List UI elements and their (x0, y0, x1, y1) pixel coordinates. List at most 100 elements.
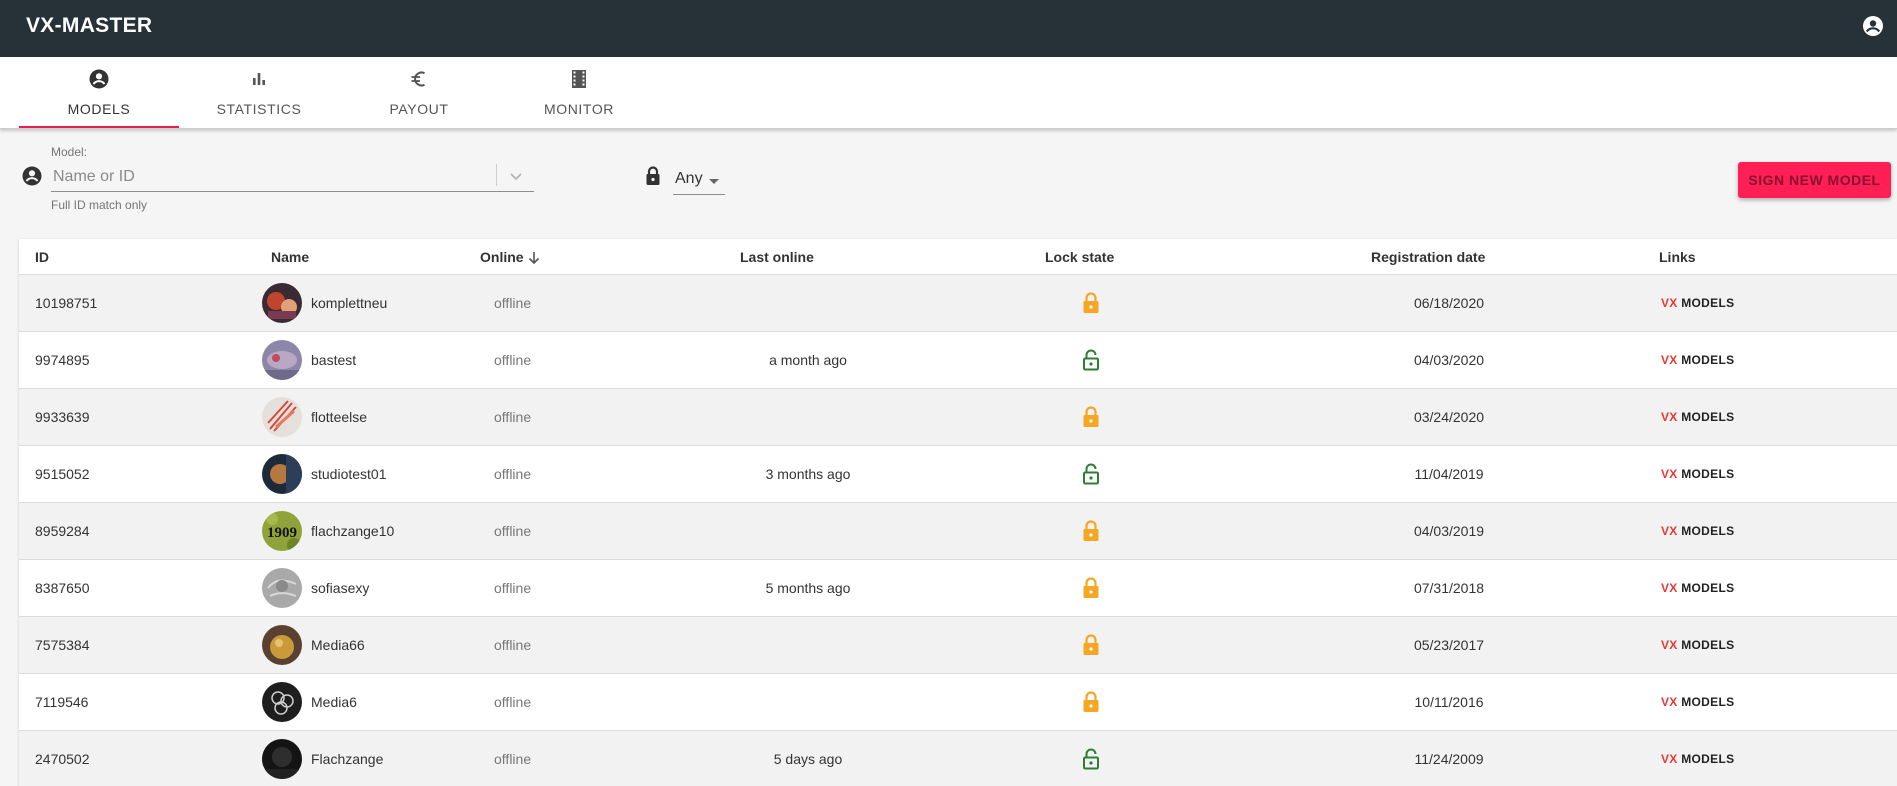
registration-date: 07/31/2018 (1413, 580, 1485, 596)
vx-models-link[interactable]: VX MODELS (1661, 581, 1734, 595)
film-icon (572, 70, 586, 88)
link-vx-label: VX (1661, 524, 1678, 538)
lock-closed-icon[interactable] (1080, 633, 1102, 657)
link-models-label: MODELS (1681, 524, 1735, 538)
avatar: 1909 (262, 511, 302, 551)
table-row[interactable]: 8959284 1909 flachzange10 offline 04/03/… (19, 503, 1897, 560)
link-vx-label: VX (1661, 410, 1678, 424)
last-online: 3 months ago (765, 466, 851, 482)
lock-open-icon[interactable] (1080, 747, 1102, 771)
model-id: 8387650 (35, 580, 90, 596)
model-id: 9974895 (35, 352, 90, 368)
tab-models-label: MODELS (67, 101, 131, 117)
link-models-label: MODELS (1681, 695, 1735, 709)
lock-state-select[interactable]: Any (673, 165, 725, 195)
tab-statistics[interactable]: STATISTICS (179, 57, 339, 128)
model-id: 9515052 (35, 466, 90, 482)
euro-icon (411, 71, 425, 87)
lock-open-icon[interactable] (1080, 462, 1102, 486)
online-status: offline (494, 580, 532, 596)
table-row[interactable]: 7575384 Media66 offline 05/23/2017 VX MO… (19, 617, 1897, 674)
avatar (262, 739, 302, 779)
vx-models-link[interactable]: VX MODELS (1661, 410, 1734, 424)
table-row[interactable]: 10198751 komplettneu offline 06/18/2020 … (19, 275, 1897, 332)
tab-models[interactable]: MODELS (19, 57, 179, 128)
active-tab-indicator (19, 126, 179, 128)
lock-closed-icon[interactable] (1080, 576, 1102, 600)
vx-models-link[interactable]: VX MODELS (1661, 467, 1734, 481)
model-name[interactable]: Flachzange (311, 751, 383, 767)
vx-models-link[interactable]: VX MODELS (1661, 752, 1734, 766)
lock-closed-icon[interactable] (1080, 690, 1102, 714)
registration-date: 03/24/2020 (1413, 409, 1485, 425)
lock-icon (646, 166, 660, 185)
bar-chart-icon (253, 73, 265, 85)
online-status: offline (494, 409, 532, 425)
tab-payout-label: PAYOUT (389, 101, 449, 117)
tab-statistics-label: STATISTICS (216, 101, 302, 117)
avatar-text: 1909 (267, 525, 297, 541)
column-header-id[interactable]: ID (35, 249, 49, 265)
avatar (262, 568, 302, 608)
link-models-label: MODELS (1681, 752, 1735, 766)
model-name[interactable]: bastest (311, 352, 356, 368)
avatar (262, 340, 302, 380)
model-name[interactable]: flachzange10 (311, 523, 394, 539)
model-name[interactable]: Media66 (311, 637, 365, 653)
sign-new-model-button[interactable]: SIGN NEW MODEL (1738, 162, 1891, 198)
column-header-registration-date[interactable]: Registration date (1371, 249, 1485, 265)
model-name[interactable]: komplettneu (311, 295, 387, 311)
vx-models-link[interactable]: VX MODELS (1661, 638, 1734, 652)
table-row[interactable]: 2470502 Flachzange offline 5 days ago 11… (19, 731, 1897, 786)
lock-closed-icon[interactable] (1080, 519, 1102, 543)
column-header-last-online[interactable]: Last online (740, 249, 814, 265)
column-header-lock-state[interactable]: Lock state (1045, 249, 1114, 265)
link-vx-label: VX (1661, 296, 1678, 310)
column-header-online[interactable]: Online (480, 249, 542, 266)
tab-payout[interactable]: PAYOUT (339, 57, 499, 128)
model-name[interactable]: studiotest01 (311, 466, 387, 482)
table-row[interactable]: 9933639 flotteelse offline 03/24/2020 VX… (19, 389, 1897, 446)
link-models-label: MODELS (1681, 410, 1735, 424)
online-status: offline (494, 295, 532, 311)
chevron-down-icon[interactable] (506, 166, 526, 186)
column-header-name[interactable]: Name (271, 249, 309, 265)
registration-date: 10/11/2016 (1414, 694, 1484, 710)
registration-date: 05/23/2017 (1413, 637, 1485, 653)
registration-date: 06/18/2020 (1413, 295, 1485, 311)
arrow-down-icon (528, 252, 539, 265)
table-row[interactable]: 8387650 sofiasexy offline 5 months ago 0… (19, 560, 1897, 617)
table-header: ID Name Online Last online Lock state Re… (19, 239, 1897, 275)
model-field-label: Model: (51, 145, 88, 159)
model-name[interactable]: Media6 (311, 694, 357, 710)
vx-models-link[interactable]: VX MODELS (1661, 296, 1734, 310)
lock-closed-icon[interactable] (1080, 291, 1102, 315)
table-row[interactable]: 9515052 studiotest01 offline 3 months ag… (19, 446, 1897, 503)
vx-models-link[interactable]: VX MODELS (1661, 695, 1734, 709)
avatar (262, 454, 302, 494)
avatar (262, 397, 302, 437)
model-name[interactable]: sofiasexy (311, 580, 369, 596)
link-vx-label: VX (1661, 752, 1678, 766)
table-row[interactable]: 7119546 Media6 offline 10/11/2016 VX MOD… (19, 674, 1897, 731)
tab-monitor[interactable]: MONITOR (499, 57, 659, 128)
input-separator (496, 164, 497, 186)
models-table: ID Name Online Last online Lock state Re… (19, 239, 1897, 786)
model-name[interactable]: flotteelse (311, 409, 367, 425)
lock-state-select-value: Any (675, 170, 703, 187)
model-id: 9933639 (35, 409, 90, 425)
lock-open-icon[interactable] (1080, 348, 1102, 372)
dropdown-arrow-icon (709, 179, 719, 184)
registration-date: 11/04/2019 (1414, 466, 1484, 482)
account-circle-icon[interactable] (1861, 14, 1885, 38)
online-status: offline (494, 751, 532, 767)
lock-closed-icon[interactable] (1080, 405, 1102, 429)
link-vx-label: VX (1661, 581, 1678, 595)
vx-models-link[interactable]: VX MODELS (1661, 524, 1734, 538)
model-search-input[interactable] (51, 162, 534, 192)
model-id: 7575384 (35, 637, 90, 653)
vx-models-link[interactable]: VX MODELS (1661, 353, 1734, 367)
app-title: VX-MASTER (26, 14, 153, 37)
table-row[interactable]: 9974895 bastest offline a month ago 04/0… (19, 332, 1897, 389)
online-status: offline (494, 352, 532, 368)
